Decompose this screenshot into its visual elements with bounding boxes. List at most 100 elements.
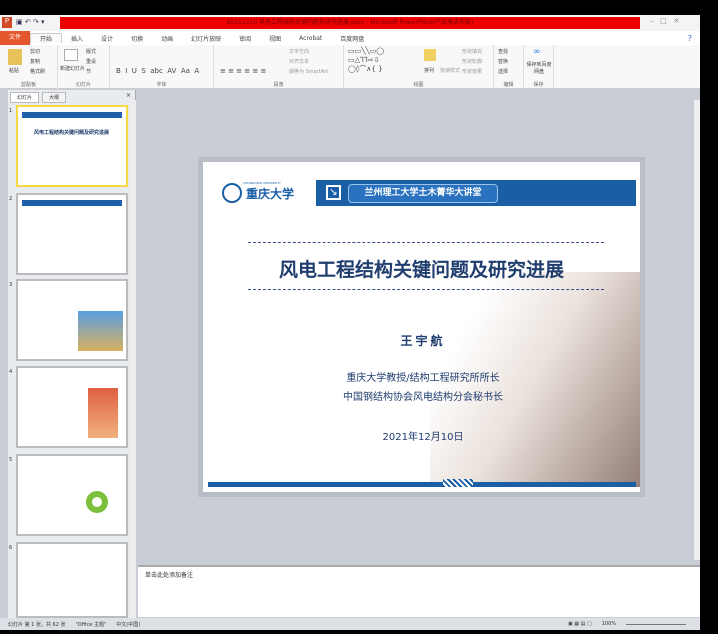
arrange-button[interactable]: 排列	[424, 67, 434, 74]
find-button[interactable]: 查找	[498, 48, 508, 55]
group-font: B I U S abc AV Aa A 字体	[110, 45, 214, 89]
group-label: 绘图	[413, 82, 424, 88]
thumbnail-number: 4	[9, 369, 13, 375]
tab-outline[interactable]: 大纲	[42, 92, 67, 103]
thumbnail-number: 2	[9, 196, 13, 202]
select-button[interactable]: 选择	[498, 68, 508, 75]
tab-transitions[interactable]: 切换	[122, 34, 152, 43]
align-buttons[interactable]: ≡ ≡ ≡ ≡ ≡ ≡	[220, 67, 266, 75]
baidu-cloud-icon[interactable]: ∞	[533, 47, 541, 57]
slide-thumbnail[interactable]	[16, 542, 128, 618]
lecture-banner: 兰州理工大学土木菁华大讲堂	[348, 184, 498, 203]
group-label: 幻灯片	[75, 82, 91, 88]
thumbnail-scrollbar[interactable]	[130, 100, 136, 618]
align-text-button[interactable]: 对齐文本	[289, 58, 309, 65]
group-save: ∞ 保存到百度网盘 保存	[524, 45, 554, 89]
author-name[interactable]: 王宇航	[373, 332, 473, 349]
thumbnail-number: 3	[9, 282, 13, 288]
replace-button[interactable]: 替换	[498, 58, 508, 65]
group-label: 剪贴板	[20, 82, 36, 88]
footer-bar	[208, 482, 636, 487]
slide-thumbnail-pane: 幻灯片 大纲 × 1 风电工程结构关键问题及研究进展 2 3 4 5 6	[8, 90, 136, 618]
zoom-slider[interactable]	[626, 623, 686, 625]
paste-icon[interactable]	[8, 49, 22, 65]
reset-button[interactable]: 重设	[86, 58, 96, 65]
theme-name: "Office 主题"	[75, 621, 107, 628]
slide-canvas[interactable]: 重庆大学 CHONGQING UNIVERSITY ↘ 兰州理工大学土木菁华大讲…	[203, 162, 640, 492]
shape-effects-button[interactable]: 形状效果	[462, 68, 482, 75]
section-button[interactable]: 节	[86, 68, 91, 75]
thumbnail-number: 1	[9, 108, 13, 114]
notes-placeholder[interactable]: 单击此处添加备注	[145, 570, 193, 579]
affiliation-line[interactable]: 重庆大学教授/结构工程研究所所长	[293, 369, 553, 384]
font-format-buttons[interactable]: B I U S abc AV Aa A	[116, 67, 199, 75]
arrange-icon[interactable]	[424, 49, 436, 61]
layout-button[interactable]: 版式	[86, 48, 96, 55]
save-to-baidu-button[interactable]: 保存到百度网盘	[526, 61, 552, 75]
ribbon-tabs: 文件 开始 插入 设计 切换 动画 幻灯片放映 审阅 视图 Acrobat 百度…	[0, 31, 700, 45]
tab-file[interactable]: 文件	[0, 31, 31, 45]
group-paragraph: ≡ ≡ ≡ ≡ ≡ ≡ 文字方向 对齐文本 转换为 SmartArt 段落	[214, 45, 344, 89]
tab-insert[interactable]: 插入	[62, 34, 92, 43]
close-icon[interactable]: ×	[126, 92, 131, 99]
language: 中文(中国)	[116, 621, 141, 628]
divider	[248, 289, 604, 290]
group-label: 编辑	[503, 82, 514, 88]
slide-thumbnail[interactable]	[16, 193, 128, 275]
new-slide-icon[interactable]	[64, 49, 78, 61]
slide-thumbnail[interactable]	[16, 454, 128, 536]
group-slides: 新建幻灯片 版式 重设 节 幻灯片	[58, 45, 110, 89]
group-label: 字体	[156, 82, 167, 88]
footer-stripes	[443, 479, 473, 487]
shape-outline-button[interactable]: 形状轮廓	[462, 58, 482, 65]
notes-pane[interactable]: 单击此处添加备注	[138, 565, 700, 617]
slide-thumbnail[interactable]: 风电工程结构关键问题及研究进展	[16, 105, 128, 187]
window-controls[interactable]: – □ ✕	[650, 17, 679, 25]
tab-animations[interactable]: 动画	[152, 34, 182, 43]
quick-styles-button[interactable]: 快速样式	[440, 67, 460, 74]
view-buttons[interactable]: ▣ ▦ ▤ ▢	[568, 621, 592, 627]
powerpoint-icon: P	[2, 17, 12, 28]
text-direction-button[interactable]: 文字方向	[289, 48, 309, 55]
university-seal-icon	[222, 183, 242, 203]
arrow-icon: ↘	[326, 185, 341, 200]
tab-slideshow[interactable]: 幻灯片放映	[182, 34, 230, 43]
group-label: 段落	[273, 82, 284, 88]
slide-title[interactable]: 风电工程结构关键问题及研究进展	[203, 255, 640, 282]
slide-scrollbar[interactable]	[694, 100, 700, 560]
paste-button[interactable]: 粘贴	[9, 67, 19, 74]
shapes-gallery[interactable]: ▭▭╲╲▭◯ ▭△⅂⅂⇨⇩ ◯◊⌒∧{ }	[348, 47, 384, 74]
smartart-button[interactable]: 转换为 SmartArt	[289, 68, 328, 75]
window-title: 20211210 风电工程结构关键问题及研究进展.pptx - Microsof…	[60, 17, 640, 29]
thumbnail-title: 风电工程结构关键问题及研究进展	[34, 130, 110, 136]
tab-home[interactable]: 开始	[30, 33, 63, 43]
slide-counter: 幻灯片 第 1 张，共 62 张	[8, 621, 66, 628]
tab-acrobat[interactable]: Acrobat	[290, 35, 331, 42]
copy-button[interactable]: 复制	[30, 58, 40, 65]
shape-fill-button[interactable]: 形状填充	[462, 48, 482, 55]
divider	[248, 242, 604, 243]
thumbnail-number: 5	[9, 457, 13, 463]
group-editing: 查找 替换 选择 编辑	[494, 45, 524, 89]
help-icon[interactable]: ?	[688, 34, 692, 43]
new-slide-button[interactable]: 新建幻灯片	[60, 65, 85, 72]
slide-thumbnail[interactable]	[16, 279, 128, 361]
cut-button[interactable]: 剪切	[30, 48, 40, 55]
presentation-date[interactable]: 2021年12月10日	[353, 428, 493, 443]
tab-slides[interactable]: 幻灯片	[10, 92, 40, 103]
zoom-level: 100%	[601, 621, 616, 627]
save-icon[interactable]: ▣ ↶ ↷ ▾	[16, 18, 45, 26]
tab-review[interactable]: 审阅	[230, 34, 260, 43]
format-painter-button[interactable]: 格式刷	[30, 68, 45, 75]
affiliation-line[interactable]: 中国钢结构协会风电结构分会秘书长	[293, 388, 553, 403]
status-bar: 幻灯片 第 1 张，共 62 张 "Office 主题" 中文(中国) ▣ ▦ …	[0, 618, 700, 630]
thumbnail-number: 6	[9, 545, 13, 551]
tab-baidu[interactable]: 百度网盘	[331, 34, 373, 43]
group-drawing: ▭▭╲╲▭◯ ▭△⅂⅂⇨⇩ ◯◊⌒∧{ } 排列 快速样式 形状填充 形状轮廓 形状…	[344, 45, 494, 89]
slide-thumbnail[interactable]	[16, 366, 128, 448]
tab-design[interactable]: 设计	[92, 34, 122, 43]
group-label: 保存	[533, 82, 544, 88]
group-clipboard: 粘贴 剪切 复制 格式刷 剪贴板	[0, 45, 58, 89]
tab-view[interactable]: 视图	[260, 34, 290, 43]
university-name: 重庆大学	[246, 186, 295, 201]
